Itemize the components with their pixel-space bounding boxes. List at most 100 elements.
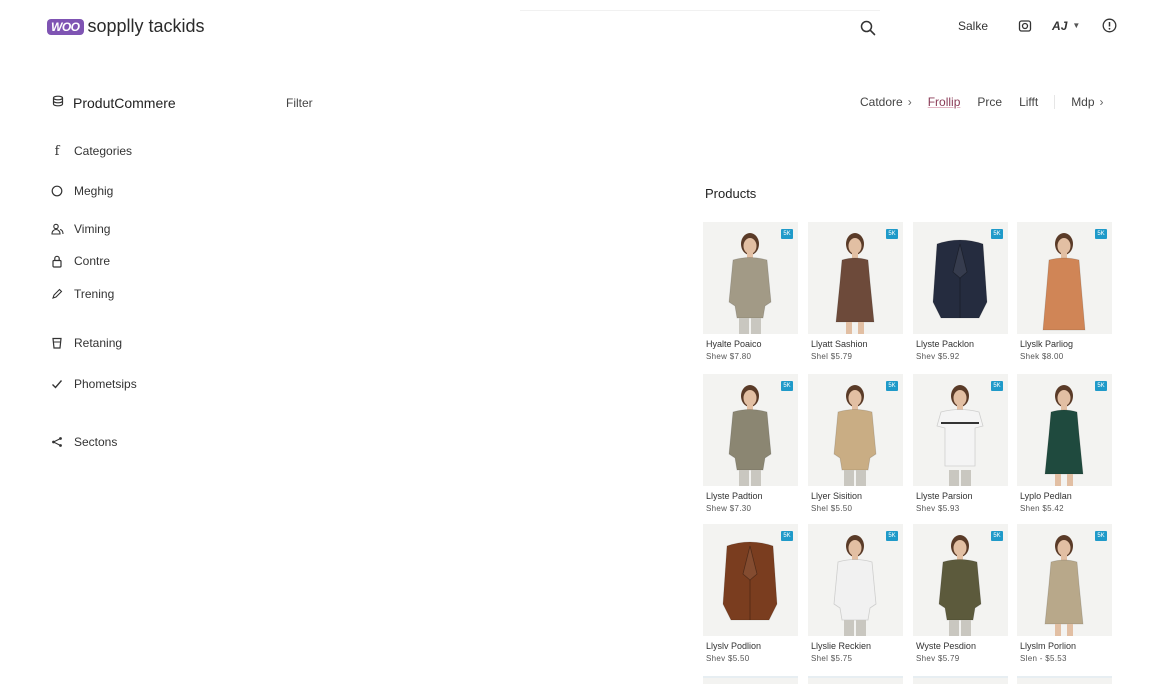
pencil-icon — [50, 287, 64, 301]
product-card-partial[interactable] — [808, 676, 903, 684]
sidebar-item-label: Sectons — [74, 435, 118, 449]
product-card[interactable]: 5K Llyste Parsion Shev $5.93 — [913, 374, 1008, 524]
sidebar-item-label: Retaning — [74, 336, 123, 350]
product-price: Shev $5.50 — [706, 654, 750, 663]
share-icon — [50, 435, 64, 449]
lock-icon — [50, 254, 64, 268]
sidebar-item-trening[interactable]: Trening — [50, 287, 114, 301]
product-badge: 5K — [991, 229, 1003, 239]
chevron-down-icon: ▼ — [1072, 21, 1081, 30]
sidebar-item-phometsips[interactable]: Phometsips — [50, 377, 137, 391]
sidebar-item-categories[interactable]: f Categories — [50, 144, 133, 159]
chevron-right-icon: › — [907, 95, 912, 109]
info-icon[interactable] — [1102, 18, 1117, 33]
product-name: Llyste Padtion — [706, 491, 763, 501]
database-icon — [52, 94, 64, 112]
product-name: Llyatt Sashion — [811, 339, 868, 349]
product-card[interactable]: 5K Llyslm Porlion Slen - $5.53 — [1017, 524, 1112, 674]
check-icon — [50, 377, 64, 391]
product-name: Hyalte Poaico — [706, 339, 762, 349]
sidebar-item-label: Categories — [74, 144, 133, 158]
product-price: Shew $7.80 — [706, 352, 752, 361]
search-input[interactable] — [520, 11, 850, 45]
product-card[interactable]: 5K Wyste Pesdion Shev $5.79 — [913, 524, 1008, 674]
product-badge: 5K — [886, 531, 898, 541]
sidebar-item-viming[interactable]: Viming — [50, 222, 110, 236]
product-price: Shen $5.42 — [1020, 504, 1064, 513]
brand[interactable]: WOO sopplly tackids — [47, 16, 205, 37]
product-badge: 5K — [886, 381, 898, 391]
camera-icon[interactable] — [1018, 19, 1032, 33]
search-icon[interactable] — [860, 20, 876, 36]
product-price: Shel $5.79 — [811, 352, 853, 361]
sidebar-item-sectons[interactable]: Sectons — [50, 435, 117, 449]
product-badge: 5K — [1095, 381, 1107, 391]
product-name: Llyste Parsion — [916, 491, 973, 501]
product-name: Llyste Packlon — [916, 339, 975, 349]
top-bar: WOO sopplly tackids Salke AJ ▼ — [0, 0, 1170, 56]
search-bar — [520, 10, 880, 45]
product-card[interactable]: 5K Hyalte Poaico Shew $7.80 — [703, 222, 798, 372]
product-grid: 5K Hyalte Poaico Shew $7.80 5K Llyatt Sa… — [703, 222, 1113, 684]
filter-button[interactable]: Filter — [286, 96, 313, 110]
product-card-partial[interactable] — [913, 676, 1008, 684]
sidebar-item-label: Viming — [74, 222, 111, 236]
product-price: Slen - $5.53 — [1020, 654, 1067, 663]
product-price: Shew $7.30 — [706, 504, 752, 513]
sidebar-item-label: Meghig — [74, 184, 114, 198]
product-badge: 5K — [886, 229, 898, 239]
nav-help-label: Mdp — [1071, 95, 1095, 109]
product-name: Lyplo Pedlan — [1020, 491, 1072, 501]
nav-price[interactable]: Prce — [977, 95, 1002, 109]
sidebar-item-label: Contre — [74, 254, 111, 268]
product-badge: 5K — [781, 381, 793, 391]
product-card[interactable]: 5K Llyste Packlon Shev $5.92 — [913, 222, 1008, 372]
product-card[interactable]: 5K Llyer Sisition Shel $5.50 — [808, 374, 903, 524]
product-badge: 5K — [1095, 531, 1107, 541]
sale-link[interactable]: Salke — [958, 19, 988, 33]
subnav-links: Catdore › Frollip Prce Lifft Mdp › — [860, 95, 1104, 109]
product-price: Shev $5.79 — [916, 654, 960, 663]
product-name: Llyslv Podlion — [706, 641, 762, 651]
product-name: Llyslie Reckien — [811, 641, 872, 651]
product-card[interactable]: 5K Llyslv Podlion Shev $5.50 — [703, 524, 798, 674]
divider — [1054, 95, 1056, 109]
product-name: Wyste Pesdion — [916, 641, 976, 651]
product-price: Shev $5.92 — [916, 352, 960, 361]
sidebar-item-contre[interactable]: Contre — [50, 254, 110, 268]
user-menu[interactable]: AJ ▼ — [1052, 19, 1080, 33]
user-label: AJ — [1052, 18, 1068, 33]
brand-name: sopplly tackids — [87, 16, 205, 36]
sidebar-item-retaning[interactable]: Retaning — [50, 336, 122, 350]
sidebar-item-label: Trening — [74, 287, 115, 301]
nav-frollip[interactable]: Frollip — [928, 95, 961, 109]
product-price: Shek $8.00 — [1020, 352, 1064, 361]
cup-icon — [50, 336, 64, 350]
brand-logo: WOO — [47, 18, 84, 35]
section-title: ProdutCommere — [52, 94, 176, 112]
product-badge: 5K — [991, 381, 1003, 391]
product-name: Llyslm Porlion — [1020, 641, 1077, 651]
product-price: Shel $5.75 — [811, 654, 853, 663]
product-card[interactable]: 5K Llyatt Sashion Shel $5.79 — [808, 222, 903, 372]
product-name: Llyslk Parliog — [1020, 339, 1074, 349]
product-card-partial[interactable] — [1017, 676, 1112, 684]
product-card[interactable]: 5K Llyslk Parliog Shek $8.00 — [1017, 222, 1112, 372]
product-name: Llyer Sisition — [811, 491, 863, 501]
product-card[interactable]: 5K Lyplo Pedlan Shen $5.42 — [1017, 374, 1112, 524]
secondary-nav: ProdutCommere Filter Catdore › Frollip Pr… — [0, 88, 1170, 116]
nav-category[interactable]: Catdore › — [860, 95, 912, 109]
product-card[interactable]: 5K Llyste Padtion Shew $7.30 — [703, 374, 798, 524]
sidebar-item-label: Phometsips — [74, 377, 137, 391]
nav-help[interactable]: Mdp › — [1071, 95, 1103, 109]
product-card-partial[interactable] — [703, 676, 798, 684]
nav-category-label: Catdore — [860, 95, 903, 109]
products-heading: Products — [705, 186, 757, 201]
circle-icon — [50, 184, 64, 198]
sidebar-item-meghig[interactable]: Meghig — [50, 184, 113, 198]
product-card[interactable]: 5K Llyslie Reckien Shel $5.75 — [808, 524, 903, 674]
nav-lift[interactable]: Lifft — [1019, 95, 1038, 109]
top-actions: Salke AJ ▼ — [958, 18, 1117, 33]
section-title-text: ProdutCommere — [73, 95, 176, 111]
product-price: Shev $5.93 — [916, 504, 960, 513]
